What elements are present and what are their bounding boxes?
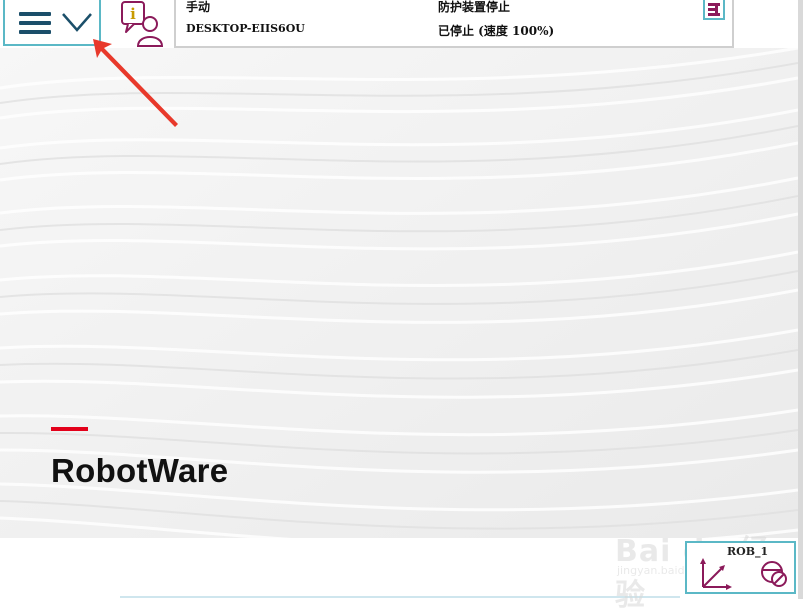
bottom-bar: [0, 538, 798, 599]
stopped-icon: [761, 561, 787, 587]
hamburger-icon: [19, 12, 51, 34]
operating-mode: 手动: [186, 0, 211, 14]
bottom-divider: [120, 596, 680, 598]
svg-text:i: i: [130, 5, 136, 23]
status-icon: [703, 0, 725, 20]
brand-accent-bar: [51, 427, 88, 431]
product-logo: RobotWare: [51, 452, 229, 489]
window-edge: [798, 0, 803, 599]
guard-state: 防护装置停止: [438, 0, 511, 14]
quickset-button[interactable]: ROB_1: [685, 541, 796, 594]
annotation-arrow: [93, 39, 178, 127]
chevron-down-icon: [62, 13, 92, 32]
run-state: 已停止 (速度 100%): [438, 24, 555, 38]
controller-name: DESKTOP-EIIS6OU: [186, 22, 305, 35]
main-menu-button[interactable]: [3, 0, 101, 46]
status-bar[interactable]: 手动 DESKTOP-EIIS6OU 防护装置停止 已停止 (速度 100%): [174, 0, 734, 48]
jog-axes-icon: [700, 558, 732, 590]
